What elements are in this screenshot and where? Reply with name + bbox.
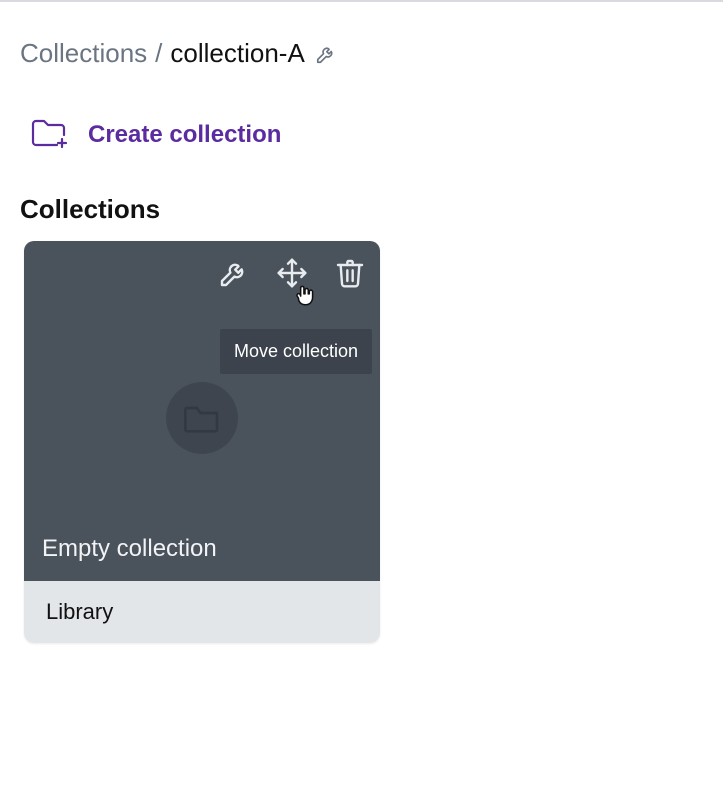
collections-grid: Move collection Empty collection Library xyxy=(24,241,703,643)
move-tooltip: Move collection xyxy=(220,329,372,374)
collection-name: Library xyxy=(24,581,380,643)
breadcrumb-current: collection-A xyxy=(170,38,304,69)
create-collection-label: Create collection xyxy=(88,121,281,149)
wrench-icon[interactable] xyxy=(315,43,337,65)
create-collection-button[interactable]: Create collection xyxy=(30,115,703,154)
collection-card[interactable]: Move collection Empty collection Library xyxy=(24,241,380,643)
trash-icon[interactable] xyxy=(332,255,368,291)
card-action-bar xyxy=(216,255,368,291)
collection-status: Empty collection xyxy=(42,535,217,563)
collections-page: Collections / collection-A Create collec… xyxy=(0,2,723,643)
folder-plus-icon xyxy=(30,115,70,154)
folder-icon xyxy=(166,382,238,454)
settings-icon[interactable] xyxy=(216,255,252,291)
breadcrumb-separator: / xyxy=(155,38,162,69)
breadcrumb: Collections / collection-A xyxy=(20,38,703,69)
breadcrumb-root-link[interactable]: Collections xyxy=(20,38,147,69)
move-icon[interactable] xyxy=(274,255,310,291)
collection-card-preview: Move collection Empty collection xyxy=(24,241,380,581)
section-title: Collections xyxy=(20,194,703,225)
